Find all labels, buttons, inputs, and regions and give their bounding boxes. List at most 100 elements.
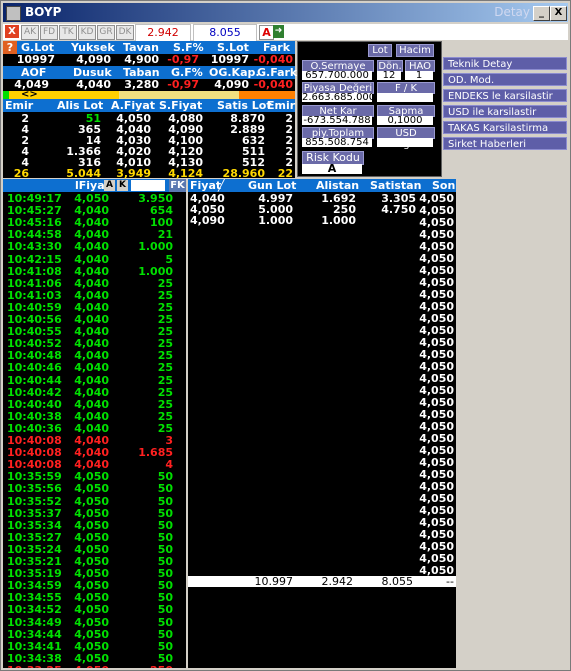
tab-fd[interactable]: FD [40,25,58,40]
trade-row[interactable]: 10:40:46 4,040 25 [3,362,186,374]
trade-row[interactable]: 10:34:44 4,050 50 [3,627,186,641]
son-value: 4,050 [419,312,454,325]
trades-header: lFiyat A K FK [3,179,186,192]
alert-button[interactable]: A [259,25,274,40]
risk-kodu-label: Risk Kodu [302,151,364,165]
hacim-button[interactable]: Hacim [396,44,434,57]
son-value: 4,050 [419,492,454,505]
menu-od-mod[interactable]: OD. Mod. [443,73,567,86]
trade-price: 4,040 [74,409,109,423]
price-dist-totals: 10.997 2.942 8.055 -- [188,576,456,587]
trade-row[interactable]: 10:35:34 4,050 50 [3,518,186,532]
trade-row[interactable]: 10:34:49 4,050 50 [3,616,186,629]
lot-button[interactable]: Lot [368,44,392,57]
trade-row[interactable]: 10:34:38 4,050 50 [3,652,186,665]
piy-toplam-lot-value: 855.508.754 [302,138,372,147]
depth-cell: 26 [13,167,29,180]
trade-price: 4,050 [69,664,109,668]
menu-usd[interactable]: USD ile karsilastir [443,105,567,118]
menu-takas[interactable]: TAKAS Karsilastirma [443,121,567,134]
trade-time: 10:40:40 [7,397,62,411]
ogkap-value: 4,090 [214,78,249,91]
trade-time: 10:35:52 [7,494,62,508]
menu-endeks[interactable]: ENDEKS le karsilastir [443,89,567,102]
trade-row[interactable]: 10:33:254,050 250 [3,664,186,668]
tab-ak[interactable]: AK [21,25,39,40]
trade-time: 10:34:41 [7,639,62,653]
trade-row[interactable]: 10:43:30 4,040 1.000 [3,241,186,253]
info-icon[interactable]: ? [3,41,17,54]
trade-row[interactable]: 10:41:03 4,040 25 [3,289,186,302]
trade-price: 4,050 [74,494,109,508]
total-alistan: 2.942 [321,575,354,588]
price-dist-row[interactable]: 4,090 1.000 1.000 [188,215,428,226]
trade-row[interactable]: 10:40:40 4,040 25 [3,397,186,411]
trade-lot: 50 [157,494,173,508]
trade-row[interactable]: 10:40:38 4,040 25 [3,409,186,423]
son-value: 4,050 [419,360,454,373]
son-value: 4,050 [419,468,454,481]
summary-panel: ? G.Lot Yuksek Tavan S.F% S.Lot Fark 109… [3,41,297,179]
trade-row[interactable]: 10:40:44 4,040 25 [3,373,186,387]
trade-row[interactable]: 10:40:42 4,040 25 [3,386,186,399]
menu-teknik-detay[interactable]: Teknik Detay [443,57,567,70]
menu-sirket-haberleri[interactable]: Sirket Haberleri [443,137,567,150]
trade-time: 10:34:44 [7,627,62,641]
risk-kodu-value: A [302,164,362,174]
trade-row[interactable]: 10:34:41 4,050 50 [3,639,186,653]
tab-dk[interactable]: DK [116,25,134,40]
trade-row[interactable]: 10:41:06 4,040 25 [3,276,186,290]
sf-value: -0,97 [167,53,199,66]
filter-k-button[interactable]: K [117,180,128,191]
trade-price: 4,050 [74,482,109,496]
go-arrow-icon[interactable]: ➜ [273,25,284,38]
tab-tk[interactable]: TK [59,25,77,40]
son-value: 4,050 [419,372,454,385]
trade-row[interactable]: 10:35:37 4,050 50 [3,507,186,520]
trade-row[interactable]: 10:35:52 4,050 50 [3,494,186,508]
trade-time: 10:35:34 [7,518,62,532]
close-button[interactable]: X [550,6,567,21]
son-value: 4,050 [419,228,454,241]
trade-row[interactable]: 10:35:56 4,050 50 [3,483,186,495]
trade-row[interactable]: 10:34:52 4,050 50 [3,604,186,616]
don-value: 12 [377,71,401,80]
sort-icon[interactable]: ╱ [218,179,225,192]
trade-price: 4,040 [74,373,109,387]
filter-input[interactable] [131,180,165,191]
son-value: 4,050 [419,300,454,313]
tab-kd[interactable]: KD [78,25,96,40]
trade-price: 4,050 [74,627,109,641]
empty-area [457,179,568,668]
trade-price: 4,050 [74,639,109,653]
trade-lot: 1.685 [138,446,173,460]
fk-button[interactable]: FK [169,179,186,192]
filter-a-button[interactable]: A [104,180,115,191]
son-value: 4,050 [419,540,454,553]
trade-lot: 50 [157,603,173,617]
app-icon [6,6,21,21]
trade-lot: 25 [157,409,173,423]
trade-row[interactable]: 10:42:15 4,040 5 [3,253,186,266]
trade-lot: 25 [157,276,173,290]
total-gun-lot: 10.997 [254,575,294,588]
header-sfiyat: S.Fiyat [159,99,203,112]
depth-totals-row: 26 5.044 3,949 4,124 28.960 22 [3,168,295,179]
close-panel-icon[interactable]: X [5,25,19,38]
minimize-button[interactable]: _ [533,6,550,21]
trade-lot: 50 [157,518,173,532]
son-value: 4,050 [419,552,454,565]
gf-value: -0,97 [167,78,199,91]
price-dist-header: Fiyat ╱ Gun Lot Alistan Satistan Son [188,179,456,192]
header-gun-lot: Gun Lot [248,179,297,192]
trade-time: 10:35:27 [7,530,62,544]
volume-value: 8.055 [193,24,257,42]
tab-gr[interactable]: GR [97,25,115,40]
depth-cell: 4,124 [168,167,203,180]
trade-lot: 50 [157,639,173,653]
son-value: 4,050 [419,204,454,217]
header-afiyat: A.Fiyat [111,99,156,112]
trade-row[interactable]: 10:41:08 4,040 1.000 [3,265,186,278]
header-emir-buy: Emir [5,99,34,112]
trade-row[interactable]: 10:35:27 4,050 50 [3,530,186,544]
